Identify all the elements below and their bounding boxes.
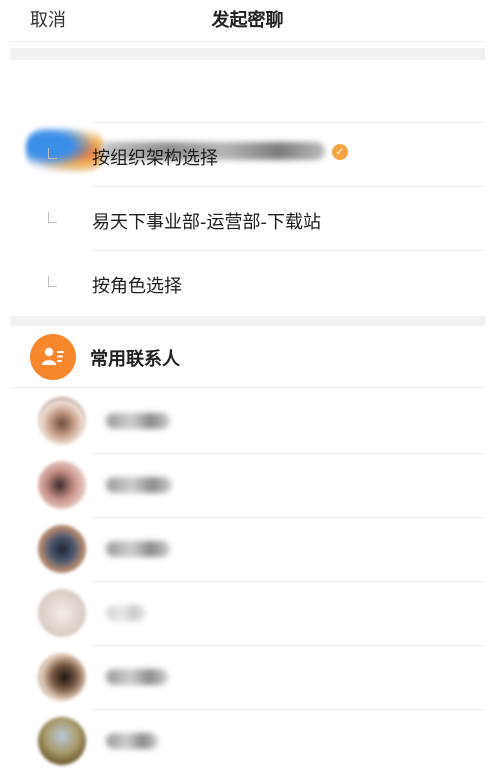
divider: [92, 250, 485, 251]
contact-name-redacted: [106, 733, 158, 749]
organization-header[interactable]: ✓: [0, 60, 495, 172]
divider: [92, 122, 485, 123]
divider: [92, 186, 485, 187]
contact-item[interactable]: [0, 453, 495, 517]
nav-bar: 取消 发起密聊: [0, 0, 495, 40]
contact-name-redacted: [106, 541, 170, 557]
option-label: 按组织架构选择: [92, 148, 218, 169]
contact-name-redacted: [106, 413, 170, 429]
contact-item[interactable]: [0, 645, 495, 709]
department-item[interactable]: 易天下事业部-运营部-下载站: [0, 190, 495, 250]
contact-item[interactable]: [0, 517, 495, 581]
select-by-role[interactable]: 按角色选择: [0, 254, 495, 314]
contacts-icon: [30, 334, 76, 380]
avatar: [38, 461, 86, 509]
section-spacer: [10, 316, 485, 326]
contact-item[interactable]: [0, 709, 495, 773]
header-divider: [10, 41, 485, 42]
contact-item[interactable]: [0, 389, 495, 453]
option-label: 按角色选择: [92, 276, 182, 297]
avatar: [38, 397, 86, 445]
divider: [10, 387, 485, 388]
avatar: [38, 525, 86, 573]
frequent-contacts-header[interactable]: 常用联系人: [0, 328, 495, 386]
contact-item[interactable]: [0, 581, 495, 645]
option-label: 易天下事业部-运营部-下载站: [92, 212, 321, 233]
page-title: 发起密聊: [211, 10, 284, 31]
avatar: [38, 717, 86, 765]
avatar: [38, 589, 86, 637]
contact-name-redacted: [106, 605, 146, 621]
tree-branch-icon: [48, 148, 57, 159]
avatar: [38, 653, 86, 701]
tree-branch-icon: [48, 212, 57, 223]
select-by-org-structure[interactable]: 按组织架构选择: [0, 126, 495, 186]
section-title: 常用联系人: [90, 349, 180, 370]
section-spacer: [10, 48, 485, 60]
contact-name-redacted: [106, 669, 168, 685]
tree-branch-icon: [48, 276, 57, 287]
contact-name-redacted: [106, 477, 172, 493]
